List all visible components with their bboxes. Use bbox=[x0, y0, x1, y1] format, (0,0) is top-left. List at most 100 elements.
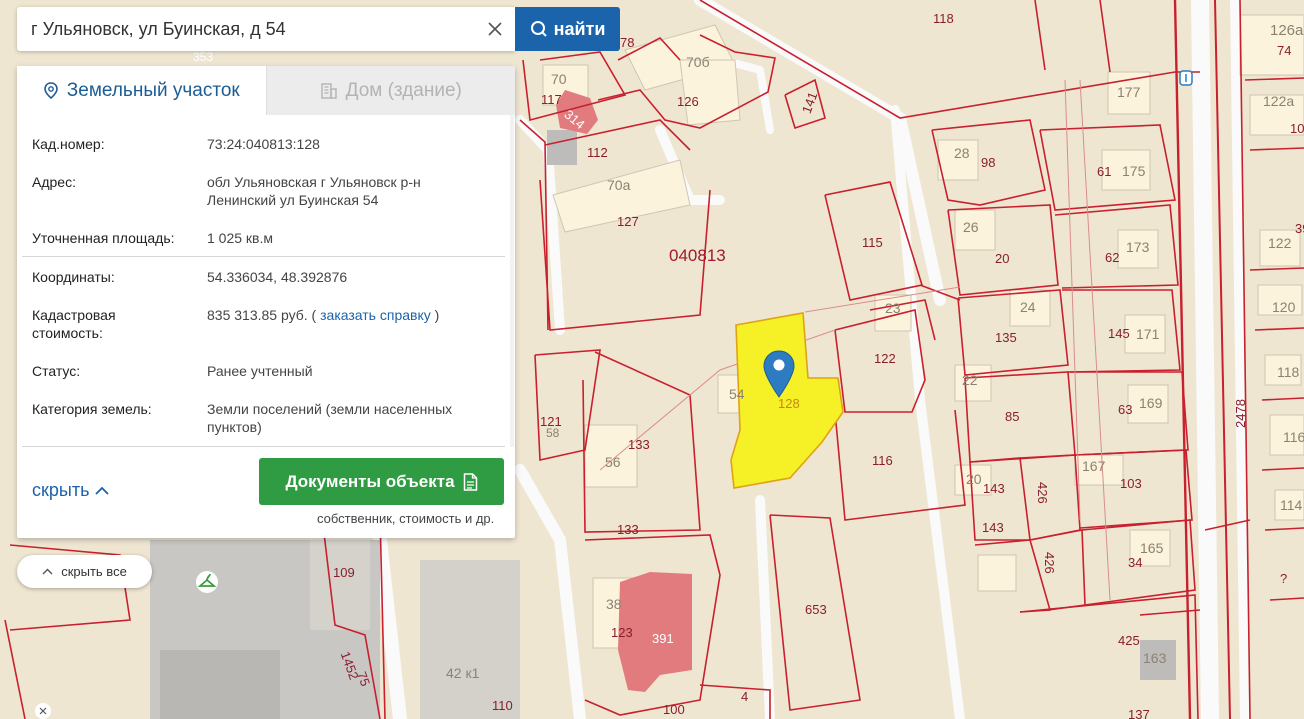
svg-text:?: ? bbox=[1280, 571, 1287, 586]
svg-text:118: 118 bbox=[1277, 364, 1300, 380]
cad-number-label: Кад.номер: bbox=[32, 136, 105, 152]
expand-icon[interactable] bbox=[35, 703, 51, 719]
coords-value: 54.336034, 48.392876 bbox=[207, 269, 348, 285]
svg-text:167: 167 bbox=[1082, 458, 1106, 474]
svg-text:169: 169 bbox=[1139, 395, 1163, 411]
hanger-icon bbox=[196, 571, 218, 593]
cost-amount: 835 313.85 руб. ( bbox=[207, 307, 317, 323]
info-table: Кад.номер: 73:24:040813:128 Адрес: обл У… bbox=[17, 115, 515, 457]
building-icon bbox=[320, 82, 337, 99]
svg-text:133: 133 bbox=[617, 522, 639, 537]
svg-text:62: 62 bbox=[1105, 250, 1119, 265]
svg-text:78: 78 bbox=[620, 35, 634, 50]
svg-text:114: 114 bbox=[1280, 497, 1303, 513]
svg-text:426: 426 bbox=[1042, 552, 1057, 574]
docs-button-label: Документы объекта bbox=[285, 471, 455, 491]
svg-text:4: 4 bbox=[741, 689, 748, 704]
order-certificate-link[interactable]: заказать справку bbox=[320, 307, 431, 323]
svg-text:109: 109 bbox=[333, 565, 355, 580]
hide-all-button[interactable]: скрыть все bbox=[17, 555, 152, 588]
coords-label: Координаты: bbox=[32, 269, 115, 285]
divider bbox=[22, 256, 505, 257]
scrollbar[interactable] bbox=[510, 115, 514, 447]
hide-label: скрыть bbox=[32, 480, 90, 500]
svg-text:165: 165 bbox=[1140, 540, 1164, 556]
svg-text:20: 20 bbox=[966, 471, 982, 487]
svg-text:116: 116 bbox=[872, 453, 893, 468]
svg-text:135: 135 bbox=[995, 330, 1017, 345]
svg-text:126: 126 bbox=[677, 94, 699, 109]
tab-land-plot[interactable]: Земельный участок bbox=[17, 66, 266, 115]
svg-text:171: 171 bbox=[1136, 326, 1160, 342]
category-value: Земли поселений (земли населенных пункто… bbox=[207, 400, 505, 436]
svg-text:10: 10 bbox=[1290, 121, 1304, 136]
svg-text:123: 123 bbox=[611, 625, 633, 640]
svg-text:353: 353 bbox=[193, 50, 213, 64]
svg-text:28: 28 bbox=[954, 145, 970, 161]
search-input[interactable] bbox=[17, 7, 475, 51]
divider bbox=[22, 446, 505, 447]
tab-building[interactable]: Дом (здание) bbox=[265, 66, 515, 115]
document-icon bbox=[463, 472, 477, 491]
svg-text:2478: 2478 bbox=[1233, 399, 1248, 428]
svg-text:58: 58 bbox=[546, 426, 560, 440]
search-bar bbox=[17, 7, 515, 51]
svg-text:56: 56 bbox=[605, 454, 621, 470]
search-button[interactable]: найти bbox=[515, 7, 620, 51]
chevron-up-icon bbox=[95, 486, 110, 495]
status-value: Ранее учтенный bbox=[207, 363, 313, 379]
svg-text:163: 163 bbox=[1143, 650, 1167, 666]
search-button-label: найти bbox=[553, 18, 606, 39]
hide-all-label: скрыть все bbox=[61, 564, 127, 579]
row-address: Адрес: обл Ульяновская г Ульяновск р-н Л… bbox=[32, 173, 505, 209]
svg-text:61: 61 bbox=[1097, 164, 1111, 179]
svg-text:137: 137 bbox=[1128, 707, 1150, 719]
docs-subtitle: собственник, стоимость и др. bbox=[317, 511, 495, 526]
svg-text:42 к1: 42 к1 bbox=[446, 665, 480, 681]
hide-button[interactable]: скрыть bbox=[32, 480, 110, 501]
cost-label-line-2: стоимость: bbox=[32, 325, 103, 341]
address-value: обл Ульяновская г Ульяновск р-н Ленински… bbox=[207, 173, 505, 209]
row-status: Статус: Ранее учтенный bbox=[32, 362, 505, 380]
tabs: Земельный участок Дом (здание) bbox=[17, 66, 515, 115]
svg-text:118: 118 bbox=[933, 11, 954, 26]
svg-text:70: 70 bbox=[551, 71, 567, 87]
category-line-1: Земли поселений (земли населенных bbox=[207, 401, 453, 417]
row-land-category: Категория земель: Земли поселений (земли… bbox=[32, 400, 505, 436]
cad-number-value: 73:24:040813:128 bbox=[207, 136, 320, 152]
marker-icon bbox=[1179, 70, 1193, 86]
svg-text:103: 103 bbox=[1120, 476, 1142, 491]
svg-text:127: 127 bbox=[617, 214, 639, 229]
clear-button[interactable] bbox=[475, 7, 515, 51]
svg-text:391: 391 bbox=[652, 631, 674, 646]
svg-text:63: 63 bbox=[1118, 402, 1132, 417]
row-cadastral-cost: Кадастровая стоимость: 835 313.85 руб. (… bbox=[32, 306, 505, 342]
svg-text:20: 20 bbox=[995, 251, 1009, 266]
svg-text:54: 54 bbox=[729, 386, 745, 402]
chevron-up-icon bbox=[42, 568, 53, 575]
svg-text:74: 74 bbox=[1277, 43, 1291, 58]
svg-text:85: 85 bbox=[1005, 409, 1019, 424]
tab-label: Дом (здание) bbox=[345, 79, 462, 101]
cost-value: 835 313.85 руб. ( заказать справку ) bbox=[207, 306, 505, 342]
object-documents-button[interactable]: Документы объекта bbox=[259, 458, 504, 505]
area-label: Уточненная площадь: bbox=[32, 230, 175, 246]
quarter-number: 040813 bbox=[669, 246, 726, 265]
svg-text:24: 24 bbox=[1020, 299, 1036, 315]
location-pin-icon bbox=[43, 81, 58, 99]
svg-text:70б: 70б bbox=[686, 54, 710, 70]
svg-text:177: 177 bbox=[1117, 84, 1141, 100]
close-icon bbox=[488, 22, 502, 36]
svg-text:175: 175 bbox=[1122, 163, 1146, 179]
svg-text:98: 98 bbox=[981, 155, 995, 170]
svg-text:653: 653 bbox=[805, 602, 827, 617]
svg-text:425: 425 bbox=[1118, 633, 1140, 648]
address-label: Адрес: bbox=[32, 174, 76, 190]
svg-text:70а: 70а bbox=[607, 177, 631, 193]
svg-text:122а: 122а bbox=[1263, 93, 1294, 109]
category-label: Категория земель: bbox=[32, 401, 152, 417]
address-line-1: обл Ульяновская г Ульяновск р-н bbox=[207, 174, 421, 190]
svg-text:128: 128 bbox=[778, 396, 800, 411]
svg-text:116: 116 bbox=[1283, 429, 1304, 445]
svg-text:22: 22 bbox=[962, 372, 978, 388]
